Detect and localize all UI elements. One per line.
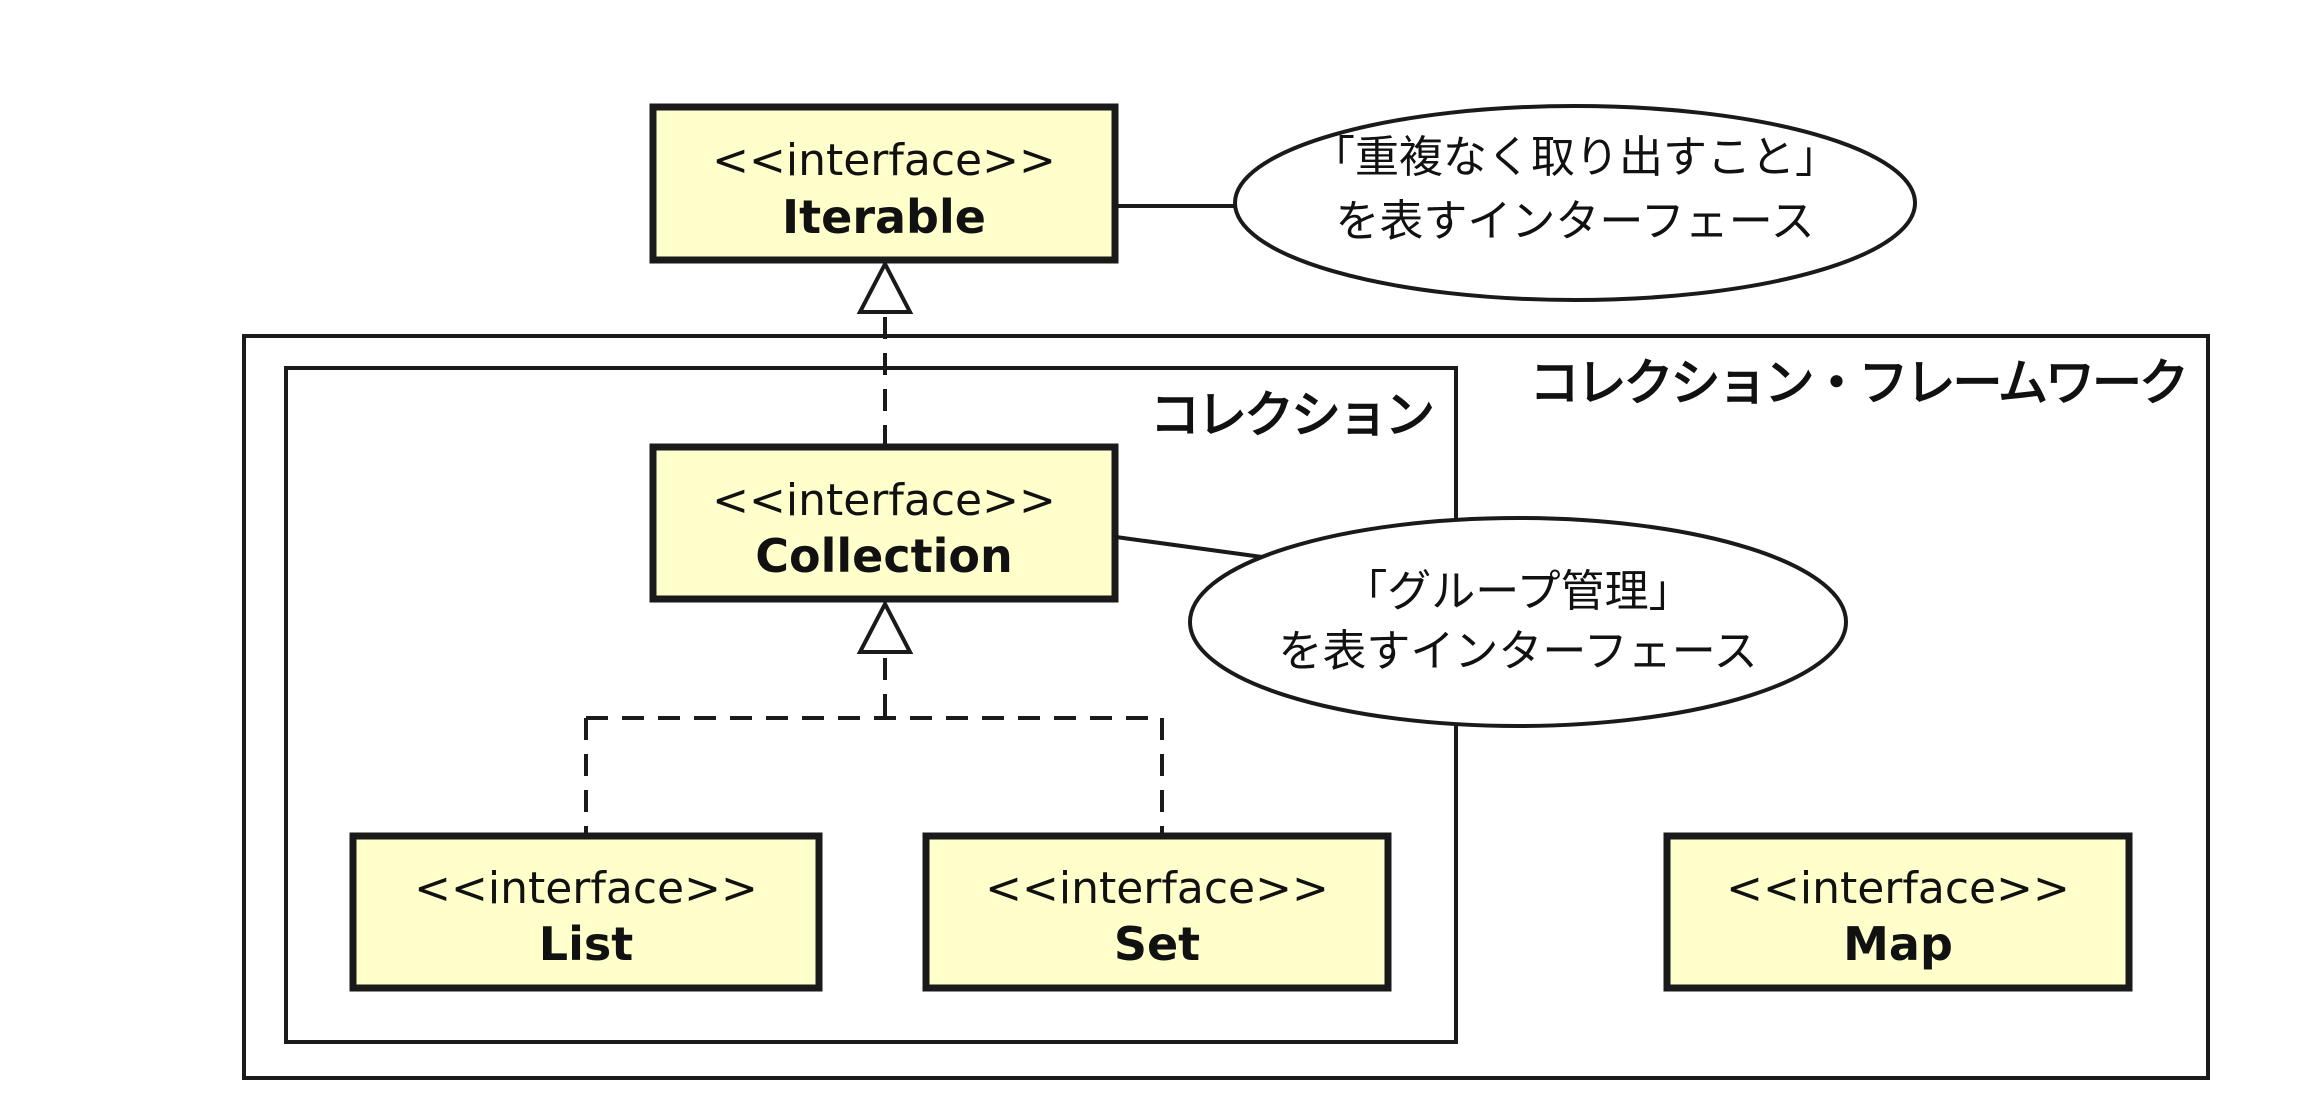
set-stereotype: <<interface>>	[985, 863, 1329, 914]
set-interface-box: <<interface>> Set	[922, 832, 1392, 992]
iterable-note-ellipse: 「重複なく取り出すこと」 を表すインターフェース	[1233, 104, 1917, 302]
iterable-realization-arrowhead	[856, 259, 914, 314]
iterable-note-line1: 「重複なく取り出すこと」	[1311, 132, 1839, 183]
collection-stereotype: <<interface>>	[712, 475, 1056, 526]
iterable-stereotype: <<interface>>	[712, 135, 1056, 186]
list-interface-box: <<interface>> List	[349, 832, 823, 992]
collection-note-ellipse: 「グループ管理」 を表すインターフェース	[1188, 516, 1848, 728]
collection-realization-arrowhead	[856, 599, 914, 654]
framework-frame-label: コレクション・フレームワーク	[1530, 354, 2187, 412]
uml-diagram: コレクション・フレームワーク コレクション <<interface>> Iter…	[242, 103, 2210, 1080]
list-stereotype: <<interface>>	[414, 863, 758, 914]
collection-interface-box: <<interface>> Collection	[649, 443, 1119, 603]
collection-note-line1: 「グループ管理」	[1343, 566, 1692, 617]
collection-note-line2: を表すインターフェース	[1278, 626, 1757, 677]
iterable-name: Iterable	[782, 190, 986, 244]
map-interface-box: <<interface>> Map	[1663, 832, 2133, 992]
map-name: Map	[1843, 917, 1953, 971]
map-stereotype: <<interface>>	[1726, 863, 2070, 914]
set-name: Set	[1114, 917, 1200, 971]
iterable-note-line2: を表すインターフェース	[1335, 196, 1814, 247]
iterable-interface-box: <<interface>> Iterable	[649, 103, 1119, 264]
collection-note-connector	[1115, 535, 1263, 559]
collection-frame-label: コレクション	[1150, 386, 1433, 444]
list-name: List	[539, 917, 633, 971]
collection-name: Collection	[755, 529, 1012, 583]
